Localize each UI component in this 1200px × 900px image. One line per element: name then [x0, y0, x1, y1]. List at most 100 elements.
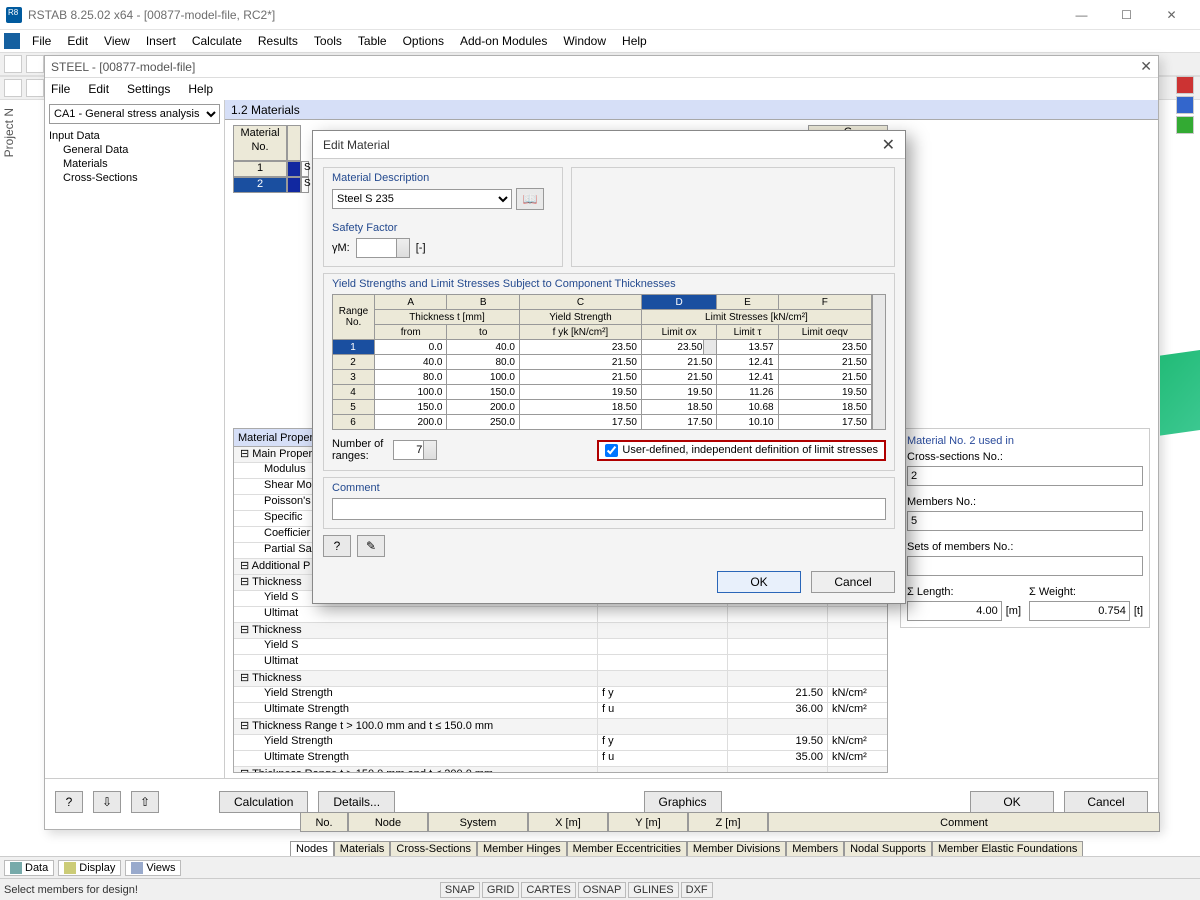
table-row[interactable]: 4100.0150.019.5019.5011.2619.50 — [333, 385, 872, 400]
status-snap[interactable]: SNAP — [440, 882, 480, 898]
yield-strength-table[interactable]: Range No. A B C D E F Thickness t [mm] Y… — [332, 294, 872, 430]
close-button[interactable]: ✕ — [1149, 1, 1194, 29]
steel-close-icon[interactable]: ✕ — [1140, 58, 1152, 75]
tree-materials[interactable]: Materials — [63, 158, 220, 170]
prop-row[interactable]: Yield Strengthf y21.50kN/cm² — [234, 687, 887, 703]
prop-row[interactable]: Ultimate Strengthf u35.00kN/cm² — [234, 751, 887, 767]
tool-icon-2[interactable] — [26, 79, 44, 97]
tab-nodal-supports[interactable]: Nodal Supports — [844, 841, 932, 856]
prop-row[interactable]: ⊟ Thickness Range t > 100.0 mm and t ≤ 1… — [234, 719, 887, 735]
data-tab[interactable]: Data — [4, 860, 54, 876]
status-cartes[interactable]: CARTES — [521, 882, 575, 898]
menu-edit[interactable]: Edit — [59, 32, 96, 50]
maximize-button[interactable]: ☐ — [1104, 1, 1149, 29]
table-row[interactable]: 240.080.021.5021.5012.4121.50 — [333, 355, 872, 370]
status-dxf[interactable]: DXF — [681, 882, 713, 898]
minimize-button[interactable]: — — [1059, 1, 1104, 29]
menu-insert[interactable]: Insert — [138, 32, 184, 50]
table-row[interactable]: 380.0100.021.5021.5012.4121.50 — [333, 370, 872, 385]
tab-member-elastic-foundations[interactable]: Member Elastic Foundations — [932, 841, 1083, 856]
status-osnap[interactable]: OSNAP — [578, 882, 627, 898]
comment-input[interactable] — [332, 498, 886, 520]
menu-addon[interactable]: Add-on Modules — [452, 32, 555, 50]
menu-help[interactable]: Help — [614, 32, 655, 50]
display-tab[interactable]: Display — [58, 860, 121, 876]
tab-member-hinges[interactable]: Member Hinges — [477, 841, 567, 856]
prop-row[interactable]: Yield S — [234, 639, 887, 655]
menu-file[interactable]: File — [24, 32, 59, 50]
col-material-no: Material No. — [233, 125, 287, 161]
rtool-1[interactable] — [1176, 76, 1194, 94]
steel-nav-panel: CA1 - General stress analysis of Input D… — [45, 100, 225, 778]
userdef-checkbox[interactable] — [605, 444, 618, 457]
app-menu-icon[interactable] — [4, 33, 20, 49]
menu-tools[interactable]: Tools — [306, 32, 350, 50]
tool-icon[interactable] — [4, 79, 22, 97]
import-icon[interactable]: ⇧ — [131, 791, 159, 813]
steel-cancel-button[interactable]: Cancel — [1064, 791, 1148, 813]
mat-row-2-no[interactable]: 2 — [233, 177, 287, 193]
export-icon[interactable]: ⇩ — [93, 791, 121, 813]
rtool-3[interactable] — [1176, 116, 1194, 134]
graphics-button[interactable]: Graphics — [644, 791, 722, 813]
dlg-help-icon[interactable]: ? — [323, 535, 351, 557]
table-row[interactable]: 10.040.023.5023.5013.5723.50 — [333, 340, 872, 355]
status-glines[interactable]: GLINES — [628, 882, 678, 898]
prop-row[interactable]: ⊟ Thickness Range t > 150.0 mm and t ≤ 2… — [234, 767, 887, 773]
steel-menu-settings[interactable]: Settings — [127, 82, 170, 96]
case-selector[interactable]: CA1 - General stress analysis of — [49, 104, 220, 124]
steel-menu-edit[interactable]: Edit — [88, 82, 109, 96]
details-button[interactable]: Details... — [318, 791, 395, 813]
menu-options[interactable]: Options — [395, 32, 452, 50]
calculation-button[interactable]: Calculation — [219, 791, 308, 813]
gamma-spinner[interactable] — [356, 238, 410, 258]
open-icon[interactable] — [26, 55, 44, 73]
material-desc-combo[interactable]: Steel S 235 — [332, 189, 512, 209]
tab-materials[interactable]: Materials — [334, 841, 391, 856]
tree-cross-sections[interactable]: Cross-Sections — [63, 172, 220, 184]
members-value[interactable] — [907, 511, 1143, 531]
new-icon[interactable] — [4, 55, 22, 73]
material-library-icon[interactable]: 📖 — [516, 188, 544, 210]
help-icon[interactable]: ? — [55, 791, 83, 813]
tab-member-eccentricities[interactable]: Member Eccentricities — [567, 841, 687, 856]
model-preview — [1160, 344, 1200, 435]
nranges-spinner[interactable]: 7 — [393, 440, 437, 460]
view-switch-bar: Data Display Views — [0, 856, 1200, 878]
dialog-cancel-button[interactable]: Cancel — [811, 571, 895, 593]
dialog-ok-button[interactable]: OK — [717, 571, 801, 593]
tab-cross-sections[interactable]: Cross-Sections — [390, 841, 477, 856]
nav-tree[interactable]: Input Data General Data Materials Cross-… — [45, 128, 224, 188]
tree-root[interactable]: Input Data — [49, 130, 220, 142]
menu-results[interactable]: Results — [250, 32, 306, 50]
dialog-close-icon[interactable]: ✕ — [882, 135, 895, 155]
menu-view[interactable]: View — [96, 32, 138, 50]
views-tab[interactable]: Views — [125, 860, 181, 876]
prop-row[interactable]: Ultimat — [234, 607, 887, 623]
prop-row[interactable]: Ultimate Strengthf u36.00kN/cm² — [234, 703, 887, 719]
menu-window[interactable]: Window — [555, 32, 614, 50]
cross-value[interactable] — [907, 466, 1143, 486]
tab-members[interactable]: Members — [786, 841, 844, 856]
tree-general-data[interactable]: General Data — [63, 144, 220, 156]
menu-calculate[interactable]: Calculate — [184, 32, 250, 50]
steel-menu-help[interactable]: Help — [188, 82, 213, 96]
dlg-edit-icon[interactable]: ✎ — [357, 535, 385, 557]
table-row[interactable]: 5150.0200.018.5018.5010.6818.50 — [333, 400, 872, 415]
dialog-titlebar[interactable]: Edit Material ✕ — [313, 131, 905, 159]
steel-menu-file[interactable]: File — [51, 82, 70, 96]
prop-row[interactable]: ⊟ Thickness — [234, 623, 887, 639]
status-grid[interactable]: GRID — [482, 882, 520, 898]
sets-value[interactable] — [907, 556, 1143, 576]
menu-table[interactable]: Table — [350, 32, 395, 50]
tab-member-divisions[interactable]: Member Divisions — [687, 841, 786, 856]
mat-row-1-no[interactable]: 1 — [233, 161, 287, 177]
prop-row[interactable]: Ultimat — [234, 655, 887, 671]
tab-nodes[interactable]: Nodes — [290, 841, 334, 856]
prop-row[interactable]: Yield Strengthf y19.50kN/cm² — [234, 735, 887, 751]
steel-ok-button[interactable]: OK — [970, 791, 1054, 813]
prop-row[interactable]: ⊟ Thickness — [234, 671, 887, 687]
table-scrollbar[interactable] — [872, 294, 886, 430]
rtool-2[interactable] — [1176, 96, 1194, 114]
table-row[interactable]: 6200.0250.017.5017.5010.1017.50 — [333, 415, 872, 430]
